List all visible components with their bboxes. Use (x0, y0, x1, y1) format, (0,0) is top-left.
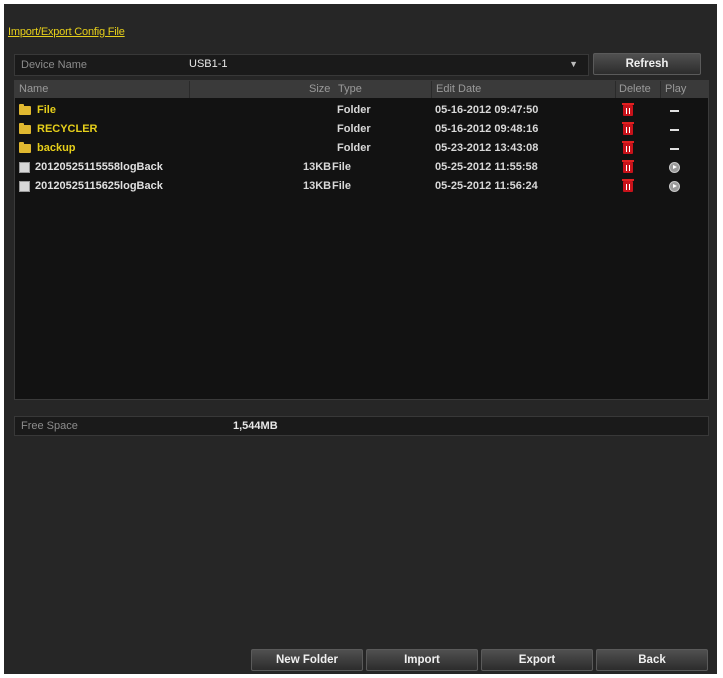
trash-icon[interactable] (622, 160, 634, 173)
column-divider (189, 81, 190, 98)
free-space-label: Free Space (21, 420, 78, 432)
play-icon[interactable] (669, 181, 680, 192)
back-button[interactable]: Back (596, 649, 708, 671)
column-header-play: Play (665, 83, 687, 95)
file-type: Folder (337, 142, 371, 154)
config-file-panel: Import/Export Config File Device Name US… (4, 4, 717, 674)
table-row[interactable]: 20120525115625logBack 13KB File 05-25-20… (15, 178, 708, 196)
trash-icon[interactable] (622, 122, 634, 135)
dash-icon (670, 110, 679, 112)
file-name: RECYCLER (37, 123, 98, 135)
file-type: Folder (337, 104, 371, 116)
refresh-button[interactable]: Refresh (593, 53, 701, 75)
edit-date: 05-16-2012 09:47:50 (435, 104, 539, 116)
file-icon (19, 162, 30, 173)
table-header: Name Size Type Edit Date Delete Play (15, 81, 708, 98)
column-header-delete: Delete (619, 83, 651, 95)
folder-icon (19, 123, 31, 134)
edit-date: 05-25-2012 11:55:58 (435, 161, 538, 173)
export-button[interactable]: Export (481, 649, 593, 671)
dash-icon (670, 129, 679, 131)
table-row[interactable]: backup Folder 05-23-2012 13:43:08 (15, 140, 708, 158)
file-icon (19, 181, 30, 192)
file-name: 20120525115558logBack (35, 161, 163, 173)
file-type: Folder (337, 123, 371, 135)
file-type: File (332, 180, 351, 192)
file-type: File (332, 161, 351, 173)
device-name-value: USB1-1 (189, 58, 228, 70)
column-header-edit-date[interactable]: Edit Date (436, 83, 481, 95)
import-button[interactable]: Import (366, 649, 478, 671)
column-divider (615, 81, 616, 98)
dash-icon (670, 148, 679, 150)
file-table: Name Size Type Edit Date Delete Play Fil… (14, 80, 709, 400)
device-name-select[interactable]: Device Name USB1-1 ▼ (14, 54, 589, 76)
file-name: 20120525115625logBack (35, 180, 163, 192)
folder-icon (19, 104, 31, 115)
column-divider (431, 81, 432, 98)
free-space-row: Free Space 1,544MB (14, 416, 709, 436)
table-row[interactable]: RECYCLER Folder 05-16-2012 09:48:16 (15, 121, 708, 139)
column-header-name[interactable]: Name (19, 83, 48, 95)
trash-icon[interactable] (622, 141, 634, 154)
column-header-size[interactable]: Size (309, 83, 330, 95)
file-size: 13KB (303, 161, 332, 173)
file-name: File (37, 104, 56, 116)
new-folder-button[interactable]: New Folder (251, 649, 363, 671)
table-row[interactable]: File Folder 05-16-2012 09:47:50 (15, 102, 708, 120)
page-title[interactable]: Import/Export Config File (8, 26, 125, 38)
play-icon[interactable] (669, 162, 680, 173)
column-header-type[interactable]: Type (338, 83, 362, 95)
table-row[interactable]: 20120525115558logBack 13KB File 05-25-20… (15, 159, 708, 177)
file-name: backup (37, 142, 76, 154)
column-divider (660, 81, 661, 98)
trash-icon[interactable] (622, 179, 634, 192)
trash-icon[interactable] (622, 103, 634, 116)
file-size: 13KB (303, 180, 332, 192)
edit-date: 05-16-2012 09:48:16 (435, 123, 539, 135)
edit-date: 05-23-2012 13:43:08 (435, 142, 539, 154)
chevron-down-icon[interactable]: ▼ (569, 59, 578, 69)
device-name-label: Device Name (21, 59, 88, 71)
free-space-value: 1,544MB (233, 420, 278, 432)
folder-icon (19, 142, 31, 153)
edit-date: 05-25-2012 11:56:24 (435, 180, 538, 192)
